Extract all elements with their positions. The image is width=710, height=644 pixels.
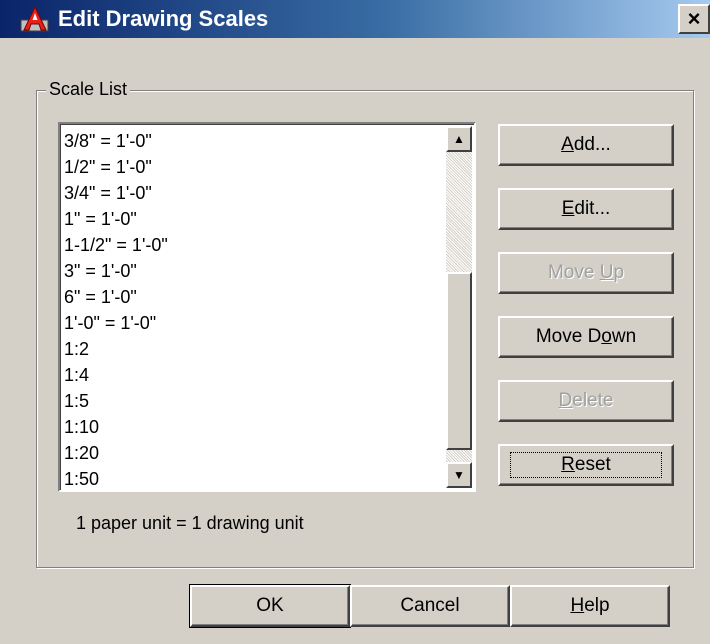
scale-list-item[interactable]: 1:20: [64, 440, 444, 466]
edit-drawing-scales-dialog: Edit Drawing Scales × Scale List 3/8" = …: [0, 0, 710, 644]
autocad-app-icon: [20, 6, 49, 32]
scale-list-item[interactable]: 1:4: [64, 362, 444, 388]
edit-button[interactable]: Edit...: [498, 188, 674, 230]
close-icon: ×: [687, 6, 701, 31]
cancel-button[interactable]: Cancel: [350, 585, 510, 627]
scroll-up-button[interactable]: ▲: [446, 126, 472, 152]
scroll-down-button[interactable]: ▼: [446, 462, 472, 488]
scale-list-item[interactable]: 1" = 1'-0": [64, 206, 444, 232]
focus-rectangle: Reset: [510, 452, 662, 478]
title-bar[interactable]: Edit Drawing Scales ×: [0, 0, 710, 38]
scale-list-item[interactable]: 1-1/2" = 1'-0": [64, 232, 444, 258]
triangle-down-icon: ▼: [453, 468, 465, 482]
vertical-scrollbar[interactable]: ▲ ▼: [446, 126, 472, 488]
scale-list-item[interactable]: 1:2: [64, 336, 444, 362]
scale-list-item[interactable]: 1:5: [64, 388, 444, 414]
scale-list-item[interactable]: 1/2" = 1'-0": [64, 154, 444, 180]
close-button[interactable]: ×: [678, 4, 710, 34]
scale-list-item[interactable]: 3/8" = 1'-0": [64, 128, 444, 154]
help-button[interactable]: Help: [510, 585, 670, 627]
scale-list-group-label: Scale List: [46, 78, 131, 100]
move-down-button[interactable]: Move Down: [498, 316, 674, 358]
ok-button[interactable]: OK: [189, 584, 351, 628]
reset-button[interactable]: Reset: [498, 444, 674, 486]
add-button[interactable]: Add...: [498, 124, 674, 166]
scale-info-text: 1 paper unit = 1 drawing unit: [76, 513, 304, 533]
scale-list-item[interactable]: 3" = 1'-0": [64, 258, 444, 284]
window-title: Edit Drawing Scales: [58, 6, 269, 31]
move-up-button[interactable]: Move Up: [498, 252, 674, 294]
scale-list-item[interactable]: 6" = 1'-0": [64, 284, 444, 310]
triangle-up-icon: ▲: [453, 132, 465, 146]
scale-list-item[interactable]: 1:10: [64, 414, 444, 440]
delete-button[interactable]: Delete: [498, 380, 674, 422]
scale-listbox[interactable]: 3/8" = 1'-0" 1/2" = 1'-0" 3/4" = 1'-0" 1" =…: [58, 122, 476, 492]
scroll-thumb[interactable]: [446, 272, 472, 450]
scale-list-item[interactable]: 1:50: [64, 466, 444, 492]
scale-items: 3/8" = 1'-0" 1/2" = 1'-0" 3/4" = 1'-0" 1" =…: [64, 128, 444, 492]
scale-list-item[interactable]: 1'-0" = 1'-0": [64, 310, 444, 336]
scale-list-item[interactable]: 3/4" = 1'-0": [64, 180, 444, 206]
